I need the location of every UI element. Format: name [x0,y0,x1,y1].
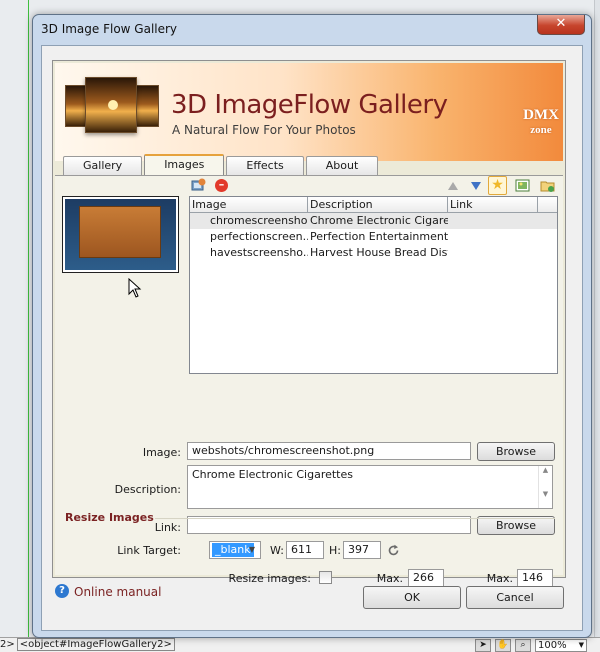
tab-effects[interactable]: Effects [226,156,304,175]
width-input[interactable]: 611 [286,541,324,559]
max-width-input[interactable]: 266 [408,569,444,587]
cursor-arrow-icon [128,277,142,298]
link-target-label: Link Target: [117,544,181,557]
zoom-value: 100% [538,639,567,651]
cell-image: havestscreensho... [210,246,308,259]
chevron-down-icon: ▼ [578,640,584,649]
banner-title: 3D ImageFlow Gallery [171,90,448,120]
image-properties-icon [515,179,530,192]
gallery-panel: 3D ImageFlow Gallery A Natural Flow For … [52,60,566,598]
column-header-filler [538,197,557,212]
banner-photos [65,75,160,133]
description-textarea[interactable]: Chrome Electronic Cigarettes ▲ ▼ [187,465,553,509]
cell-image: chromescreensho... [210,214,308,227]
scroll-up-icon: ▲ [542,466,549,474]
resize-images-label: Resize images: [228,572,311,585]
resize-section-divider [155,518,555,519]
add-folder-icon [540,181,555,192]
window-title: 3D Image Flow Gallery [41,22,178,36]
close-button[interactable]: ✕ [537,15,585,35]
help-icon[interactable]: ? [55,584,69,598]
move-up-icon [447,181,458,190]
image-browse-button[interactable]: Browse [477,442,555,461]
background-scroll-edge [594,0,600,640]
max-height-input[interactable]: 146 [517,569,553,587]
delete-icon: – [215,179,228,192]
image-list-header: Image Description Link [190,197,557,213]
description-scrollbar[interactable]: ▲ ▼ [538,466,552,508]
cell-link [448,245,538,261]
chevron-down-icon: ▼ [248,545,256,554]
table-row[interactable]: chromescreensho... Chrome Electronic Cig… [190,213,557,229]
cell-description: Perfection Entertainment ... [310,230,448,243]
image-label: Image: [142,446,181,459]
image-path-input[interactable]: webshots/chromescreenshot.png [187,442,471,460]
image-list: Image Description Link chromescreensho..… [189,196,558,374]
product-banner: 3D ImageFlow Gallery A Natural Flow For … [55,63,563,161]
background-guide-line [28,0,29,640]
tag-selector: 2> <object#ImageFlowGallery2> [0,638,175,651]
description-label: Description: [114,483,181,496]
delete-image-button[interactable]: – [213,177,230,194]
link-target-select[interactable]: _blank ▼ [209,541,261,559]
pointer-tool-icon[interactable]: ➤ [475,638,491,652]
cell-image: perfectionscreen... [210,230,308,243]
status-tools: ➤ ✋ ⌕ 100% ▼ [475,638,587,652]
tab-images[interactable]: Images [144,154,225,175]
cell-link [448,229,538,245]
column-header-image[interactable]: Image [190,197,308,212]
description-text: Chrome Electronic Cigarettes [192,468,353,481]
dialog-window: 3D Image Flow Gallery ✕ 3D ImageFlow Gal… [32,14,592,638]
logo-bottom-text: zone [530,124,552,136]
online-manual-link[interactable]: Online manual [74,585,161,599]
ok-button[interactable]: OK [363,586,461,609]
column-header-description[interactable]: Description [308,197,448,212]
tab-about[interactable]: About [305,156,379,175]
width-label: W: [270,544,284,557]
tag-path-prefix: 2> [0,639,15,650]
favorite-star-icon: ★ [488,176,507,195]
banner-photo-center [85,77,137,133]
dmxzone-logo: DMX zone [520,108,562,146]
scroll-down-icon: ▼ [542,490,549,498]
table-row[interactable]: havestscreensho... Harvest House Bread D… [190,245,557,261]
column-header-link[interactable]: Link [448,197,538,212]
dialog-client: 3D ImageFlow Gallery A Natural Flow For … [41,45,583,631]
tab-gallery[interactable]: Gallery [63,156,143,175]
zoom-select[interactable]: 100% ▼ [535,638,587,652]
add-image-button[interactable] [190,177,207,194]
resize-section-title: Resize Images [65,511,154,524]
banner-subtitle: A Natural Flow For Your Photos [172,123,356,137]
banner-sun [108,100,118,110]
image-properties-button[interactable] [514,177,531,194]
hand-tool-icon[interactable]: ✋ [495,638,511,652]
resize-images-checkbox[interactable] [319,571,332,584]
status-bar: 2> <object#ImageFlowGallery2> ➤ ✋ ⌕ 100% ▼ [0,637,600,652]
cell-description: Chrome Electronic Cigaret... [310,214,448,227]
preview-paper [79,206,161,258]
move-up-button[interactable] [444,177,461,194]
cell-link [448,213,538,229]
favorite-button[interactable]: ★ [488,176,507,195]
image-preview [62,196,179,273]
height-input[interactable]: 397 [343,541,381,559]
height-label: H: [329,544,341,557]
table-row[interactable]: perfectionscreen... Perfection Entertain… [190,229,557,245]
preview-picture [65,199,176,270]
move-down-icon [470,181,481,190]
add-image-icon [191,178,206,191]
zoom-tool-icon[interactable]: ⌕ [515,638,531,652]
refresh-icon [388,544,398,555]
cancel-button[interactable]: Cancel [466,586,564,609]
refresh-size-button[interactable] [385,542,401,558]
add-folder-button[interactable] [539,177,556,194]
images-tab-body: – ★ Image Description Link chromescreens… [55,175,563,598]
move-down-button[interactable] [467,177,484,194]
logo-top-text: DMX [523,107,559,123]
tab-strip: Gallery Images Effects About [63,154,379,175]
cell-description: Harvest House Bread Dist... [310,246,448,259]
tag-selector-object[interactable]: <object#ImageFlowGallery2> [16,638,175,651]
